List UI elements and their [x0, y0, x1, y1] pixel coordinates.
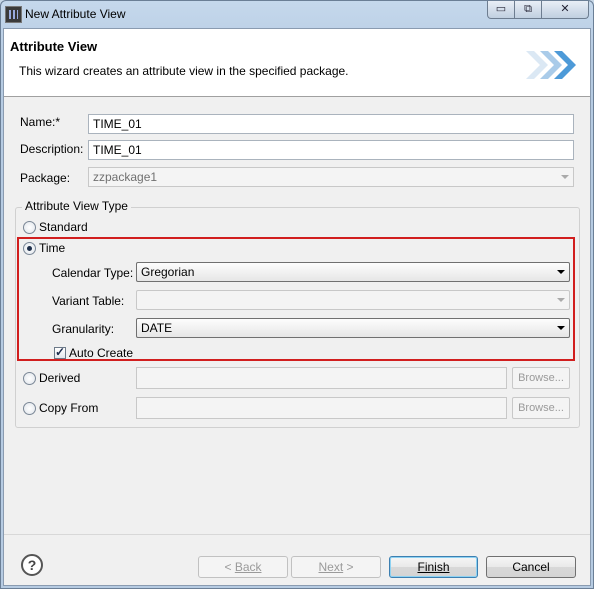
calendar-type-label: Calendar Type: — [52, 266, 134, 280]
copy-from-input — [136, 397, 507, 419]
back-label: Back — [234, 560, 262, 574]
next-suffix: > — [343, 560, 354, 574]
calendar-type-value: Gregorian — [141, 265, 195, 279]
close-button[interactable]: ✕ — [541, 1, 589, 19]
wizard-banner-icon — [526, 51, 576, 79]
page-title: Attribute View — [10, 39, 98, 54]
cancel-button[interactable]: Cancel — [486, 556, 576, 578]
next-button: Next > — [291, 556, 381, 578]
variant-table-select — [136, 290, 570, 310]
description-label: Description: — [20, 142, 84, 156]
application-icon — [5, 6, 22, 23]
finish-button[interactable]: Finish — [389, 556, 478, 578]
time-label: Time — [39, 241, 66, 255]
description-input[interactable]: TIME_01 — [88, 140, 574, 160]
derived-input — [136, 367, 507, 389]
package-combo: zzpackage1 — [88, 167, 574, 187]
standard-radio[interactable] — [23, 221, 36, 234]
auto-create-checkbox[interactable]: ✓ — [54, 345, 66, 359]
next-label: Next — [318, 560, 344, 574]
chevron-down-icon — [561, 175, 569, 179]
back-prefix: < — [224, 560, 235, 574]
chevron-down-icon — [557, 326, 565, 330]
title-bar: New Attribute View ▭ ⧉ ✕ — [1, 1, 593, 27]
maximize-button[interactable]: ⧉ — [514, 1, 542, 19]
group-title: Attribute View Type — [22, 199, 131, 213]
calendar-type-select[interactable]: Gregorian — [136, 262, 570, 282]
chevron-down-icon — [557, 298, 565, 302]
granularity-select[interactable]: DATE — [136, 318, 570, 338]
wizard-window: New Attribute View ▭ ⧉ ✕ Attribute View … — [0, 0, 594, 589]
auto-create-label: Auto Create — [69, 346, 134, 360]
chevron-down-icon — [557, 270, 565, 274]
checkmark-icon: ✓ — [55, 345, 66, 359]
help-icon[interactable]: ? — [21, 554, 43, 576]
finish-label: Finish — [417, 560, 450, 574]
derived-label: Derived — [39, 371, 81, 385]
granularity-label: Granularity: — [52, 322, 115, 336]
package-label: Package: — [20, 171, 71, 185]
package-value: zzpackage1 — [93, 170, 158, 184]
derived-browse-button: Browse... — [512, 367, 570, 389]
back-button: < Back — [198, 556, 288, 578]
time-radio[interactable] — [23, 242, 36, 255]
footer-divider — [4, 534, 590, 535]
copy-from-label: Copy From — [39, 401, 99, 415]
wizard-content: Attribute View This wizard creates an at… — [3, 28, 591, 586]
name-input[interactable]: TIME_01 — [88, 114, 574, 134]
copy-from-radio[interactable] — [23, 402, 36, 415]
copy-from-browse-button: Browse... — [512, 397, 570, 419]
wizard-header: Attribute View This wizard creates an at… — [4, 29, 590, 97]
window-title: New Attribute View — [25, 7, 126, 21]
derived-radio[interactable] — [23, 372, 36, 385]
minimize-button[interactable]: ▭ — [487, 1, 515, 19]
name-label: Name:* — [20, 115, 61, 129]
standard-label: Standard — [39, 220, 88, 234]
page-description: This wizard creates an attribute view in… — [19, 64, 349, 78]
granularity-value: DATE — [141, 321, 173, 335]
variant-table-label: Variant Table: — [52, 294, 125, 308]
